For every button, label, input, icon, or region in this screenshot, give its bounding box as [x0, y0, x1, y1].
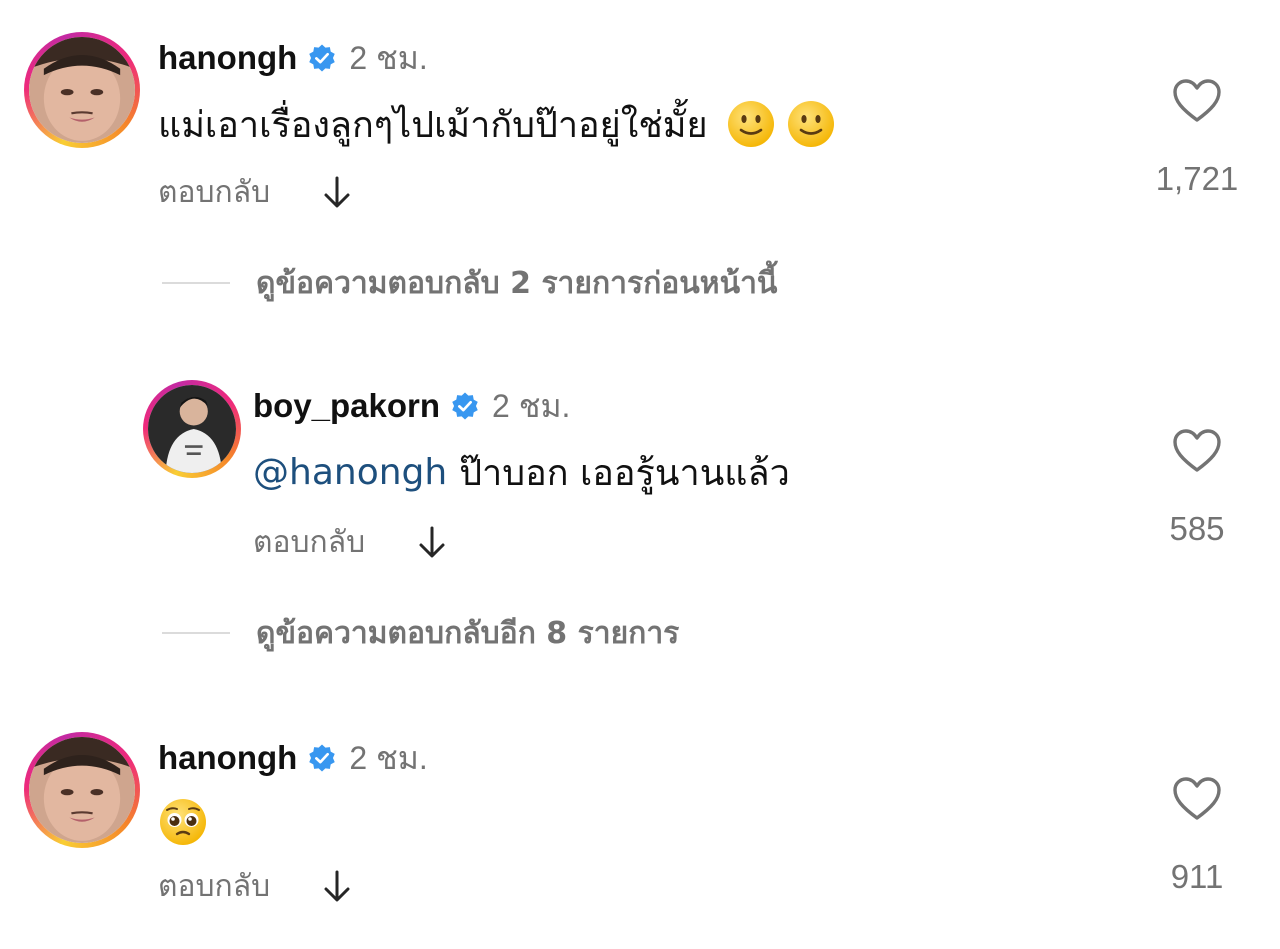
heart-icon[interactable]: [1172, 78, 1222, 124]
slightly-smiling-face-icon: [726, 99, 776, 149]
username[interactable]: hanongh: [158, 39, 297, 77]
arrow-down-icon[interactable]: [322, 869, 352, 903]
avatar-boy-pakorn[interactable]: [143, 380, 241, 478]
comment-text: @hanongh ป๊าบอก เออรู้นานแล้ว: [253, 446, 790, 498]
like-section: 911: [1137, 776, 1257, 896]
comment-body: แม่เอาเรื่องลูกๆไปเม้ากับป๊าอยู่ใช่มั้ย: [158, 104, 708, 146]
like-count: 585: [1169, 510, 1225, 547]
comment-body: ป๊าบอก เออรู้นานแล้ว: [459, 452, 790, 494]
like-count: 1,721: [1155, 160, 1239, 197]
reply-button[interactable]: ตอบกลับ: [253, 519, 365, 566]
username[interactable]: boy_pakorn: [253, 387, 440, 425]
view-previous-replies[interactable]: ดูข้อความตอบกลับ 2 รายการก่อนหน้านี้: [162, 262, 777, 304]
verified-badge-icon: [307, 43, 337, 73]
avatar-photo: [148, 385, 236, 473]
avatar-hanongh[interactable]: [24, 32, 140, 148]
divider-line: [162, 632, 230, 634]
divider-line: [162, 282, 230, 284]
avatar-photo: [29, 37, 135, 143]
verified-badge-icon: [450, 391, 480, 421]
like-section: 585: [1137, 428, 1257, 548]
pleading-face-icon: [158, 797, 208, 847]
heart-icon[interactable]: [1172, 428, 1222, 474]
heart-icon[interactable]: [1172, 776, 1222, 822]
comment-2: boy_pakorn 2 ชม. @hanongh ป๊าบอก เออรู้น…: [0, 360, 1280, 590]
reply-button[interactable]: ตอบกลับ: [158, 863, 270, 910]
mention-link[interactable]: @hanongh: [253, 452, 447, 493]
avatar-photo: [29, 737, 135, 843]
reply-button[interactable]: ตอบกลับ: [158, 169, 270, 216]
comment-text: แม่เอาเรื่องลูกๆไปเม้ากับป๊าอยู่ใช่มั้ย: [158, 96, 836, 152]
username[interactable]: hanongh: [158, 739, 297, 777]
like-section: 1,721: [1137, 78, 1257, 198]
view-more-replies-label: ดูข้อความตอบกลับอีก 8 รายการ: [256, 615, 680, 651]
slightly-smiling-face-icon: [786, 99, 836, 149]
comment-1: hanongh 2 ชม. แม่เอาเรื่องลูกๆไปเม้ากับป…: [0, 0, 1280, 240]
like-count: 911: [1170, 858, 1224, 895]
arrow-down-icon[interactable]: [322, 175, 352, 209]
arrow-down-icon[interactable]: [417, 525, 447, 559]
comment-time: 2 ชม.: [349, 739, 428, 776]
view-more-replies[interactable]: ดูข้อความตอบกลับอีก 8 รายการ: [162, 612, 679, 654]
view-previous-replies-label: ดูข้อความตอบกลับ 2 รายการก่อนหน้านี้: [256, 265, 778, 301]
comment-3: hanongh 2 ชม. ตอบกลับ 911: [0, 700, 1280, 949]
avatar-hanongh[interactable]: [24, 732, 140, 848]
comment-time: 2 ชม.: [492, 387, 571, 424]
verified-badge-icon: [307, 743, 337, 773]
comment-time: 2 ชม.: [349, 39, 428, 76]
comment-text: [158, 794, 208, 850]
